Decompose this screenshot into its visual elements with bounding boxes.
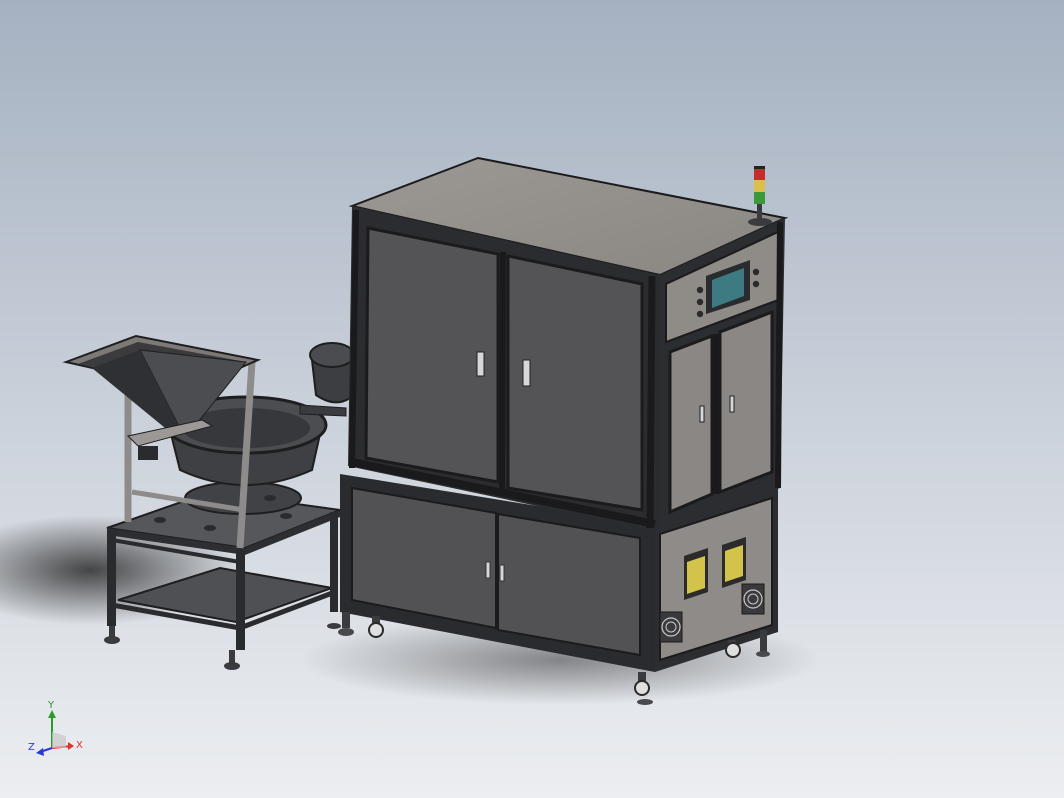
control-button[interactable]: [696, 286, 704, 294]
warning-label: [725, 545, 743, 582]
bolt: [204, 525, 216, 531]
control-button[interactable]: [752, 268, 760, 276]
frame-extrusion: [775, 221, 783, 489]
door-latch[interactable]: [729, 395, 735, 413]
side-door-left[interactable]: [668, 333, 714, 515]
control-button[interactable]: [696, 298, 704, 306]
fan-grille-icon: [659, 611, 683, 643]
fan-grille-icon: [741, 583, 765, 615]
feeder-leg: [236, 550, 245, 650]
chute-motor: [138, 446, 158, 460]
lower-door-right[interactable]: [497, 512, 641, 657]
y-axis-label: Y: [48, 700, 55, 711]
main-cabinet[interactable]: [338, 156, 789, 705]
door-latch[interactable]: [522, 359, 531, 387]
leveling-foot: [109, 626, 115, 640]
frame-extrusion: [499, 251, 506, 491]
feeder-leg: [107, 530, 116, 626]
warning-label: [687, 556, 705, 594]
leveling-foot: [327, 623, 341, 629]
door-handle[interactable]: [485, 561, 491, 579]
cad-viewport[interactable]: [0, 0, 1064, 798]
x-axis-label: X: [76, 740, 83, 751]
frame-extrusion: [349, 209, 359, 469]
bolt: [264, 495, 276, 501]
side-door-right[interactable]: [718, 309, 774, 495]
leveling-foot: [229, 650, 235, 666]
rear-bowl: [309, 342, 355, 404]
door-latch[interactable]: [699, 405, 705, 423]
z-axis-label: Z: [28, 742, 35, 753]
feeder-leg: [330, 512, 338, 612]
door-handle[interactable]: [499, 564, 505, 582]
bolt: [154, 517, 166, 523]
control-button[interactable]: [696, 310, 704, 318]
control-button[interactable]: [752, 280, 760, 288]
door-latch[interactable]: [476, 351, 485, 377]
bolt: [280, 513, 292, 519]
frame-extrusion: [646, 275, 656, 529]
